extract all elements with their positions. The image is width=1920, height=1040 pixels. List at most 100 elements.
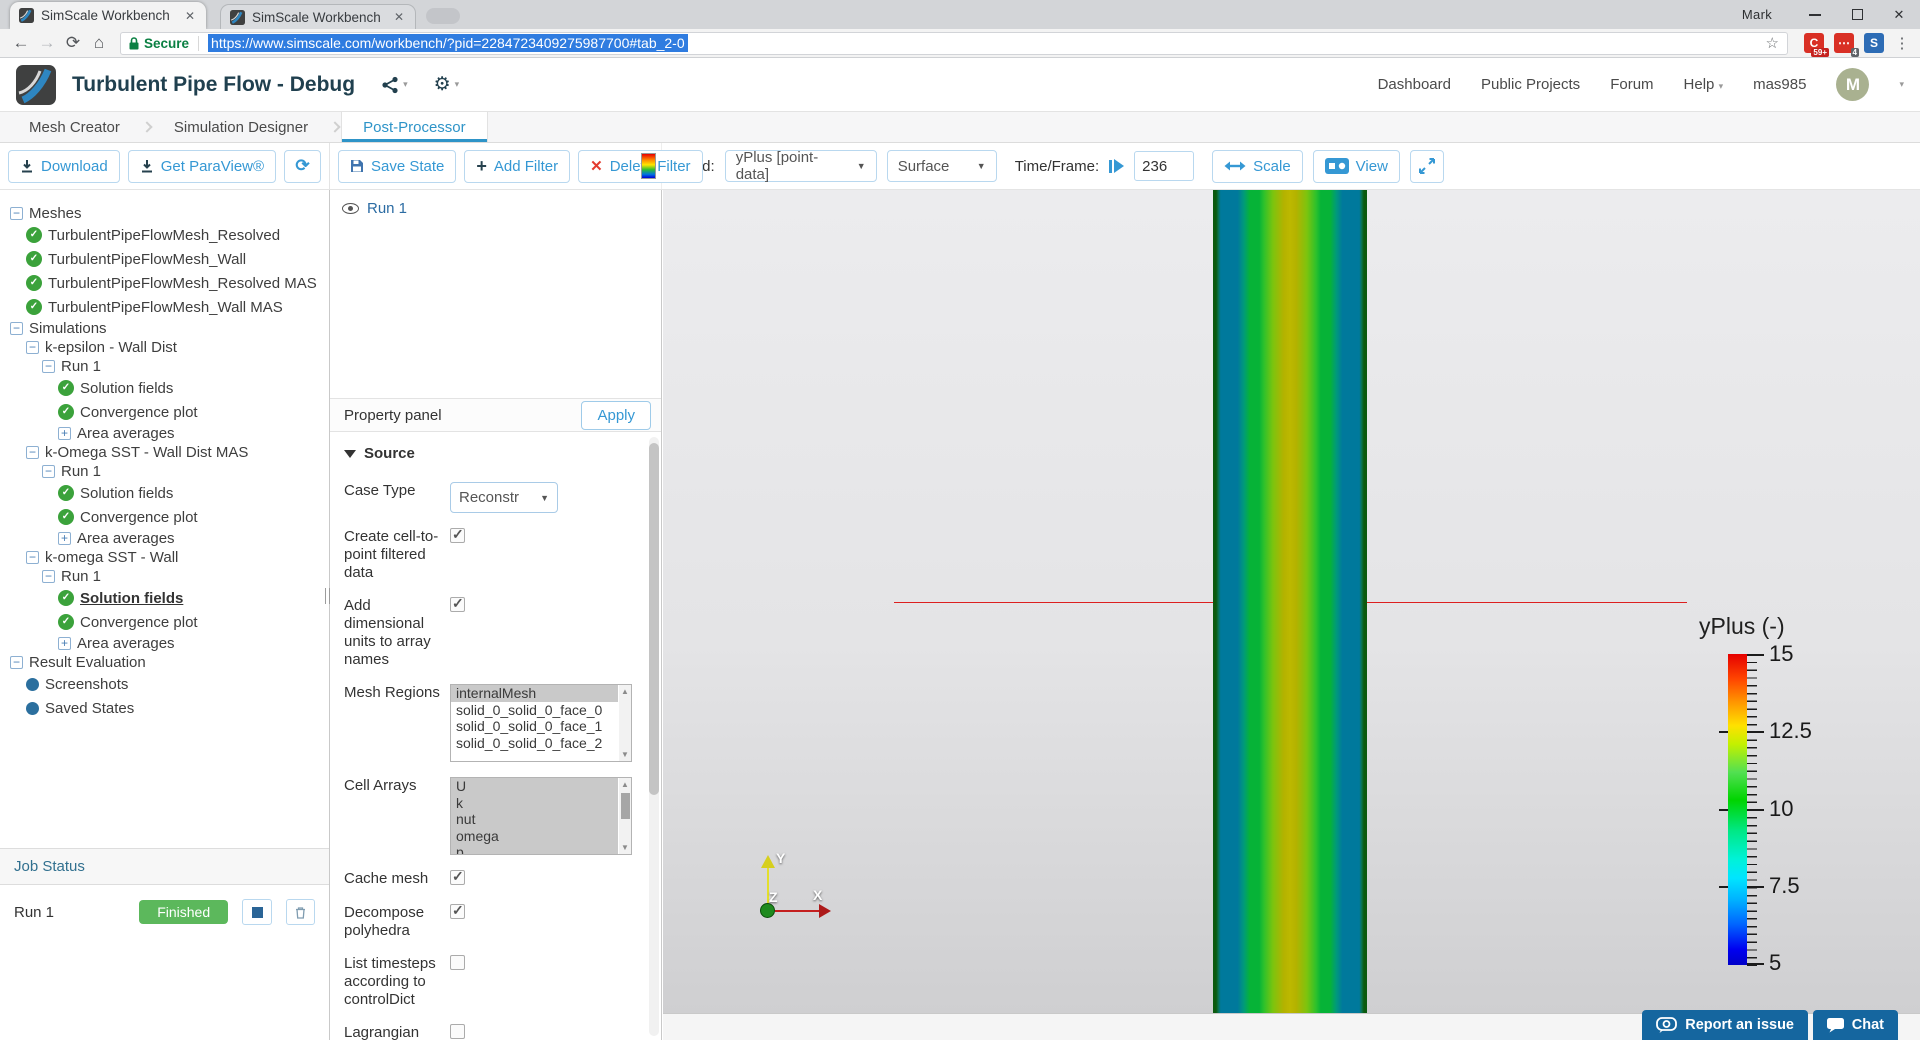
- list-timesteps-checkbox[interactable]: [450, 955, 465, 970]
- tree-item[interactable]: − Result Evaluation: [0, 653, 329, 672]
- visibility-eye-icon[interactable]: [342, 203, 359, 214]
- pipeline-item[interactable]: Run 1: [330, 190, 661, 227]
- source-section-header[interactable]: Source: [344, 445, 637, 462]
- collapse-icon[interactable]: −: [26, 341, 39, 354]
- tree-item[interactable]: ✓ TurbulentPipeFlowMesh_Resolved: [0, 223, 329, 247]
- avatar[interactable]: M: [1836, 68, 1870, 101]
- collapse-icon[interactable]: −: [42, 570, 55, 583]
- tree-item[interactable]: ✓ Convergence plot: [0, 610, 329, 634]
- browser-tab-1[interactable]: SimScale Workbench ✕: [10, 2, 206, 29]
- tab-close-icon[interactable]: ✕: [392, 10, 406, 24]
- list-option[interactable]: solid_0_solid_0_face_2: [451, 735, 618, 752]
- report-issue-button[interactable]: Report an issue: [1642, 1010, 1808, 1040]
- list-option[interactable]: k: [451, 794, 618, 811]
- tree-item[interactable]: ✓ TurbulentPipeFlowMesh_Wall MAS: [0, 295, 329, 319]
- chrome-menu-icon[interactable]: ⋮: [1892, 34, 1912, 52]
- tree-item[interactable]: Saved States: [0, 696, 329, 720]
- tree-item[interactable]: − Meshes: [0, 204, 329, 223]
- chrome-profile-name[interactable]: Mark: [1742, 7, 1772, 22]
- refresh-button[interactable]: ⟳: [284, 149, 321, 183]
- fit-view-button[interactable]: [1409, 149, 1444, 183]
- play-frame-icon[interactable]: [1109, 159, 1125, 173]
- collapse-icon[interactable]: −: [10, 207, 23, 220]
- scroll-down-icon[interactable]: ▼: [621, 843, 629, 852]
- representation-select[interactable]: Surface ▼: [886, 150, 997, 182]
- list-option[interactable]: U: [451, 778, 618, 795]
- tree-item[interactable]: + Area averages: [0, 529, 329, 548]
- tab-simulation-designer[interactable]: Simulation Designer: [153, 112, 329, 142]
- extension-icon-2[interactable]: ⋯ 4: [1834, 33, 1859, 57]
- tab-post-processor[interactable]: Post-Processor: [341, 112, 488, 142]
- tab-mesh-creator[interactable]: Mesh Creator: [8, 112, 141, 142]
- tab-close-icon[interactable]: ✕: [183, 9, 197, 23]
- nav-dashboard[interactable]: Dashboard: [1378, 76, 1451, 93]
- list-option[interactable]: solid_0_solid_0_face_1: [451, 718, 618, 735]
- apply-button[interactable]: Apply: [581, 400, 651, 430]
- expand-icon[interactable]: +: [58, 532, 71, 545]
- share-button[interactable]: ▾: [381, 76, 408, 94]
- download-button[interactable]: Download: [8, 149, 120, 183]
- decompose-checkbox[interactable]: [450, 902, 465, 919]
- mesh-regions-listbox[interactable]: internalMesh solid_0_solid_0_face_0 solid_…: [450, 684, 632, 762]
- tree-item[interactable]: − Run 1: [0, 357, 329, 376]
- tree-item[interactable]: − Run 1: [0, 567, 329, 586]
- scrollbar-thumb[interactable]: [620, 793, 630, 819]
- scrollbar-thumb[interactable]: [649, 443, 659, 795]
- tree-item[interactable]: ✓ Solution fields: [0, 481, 329, 505]
- list-option[interactable]: nut: [451, 811, 618, 828]
- tree-item[interactable]: ✓ Convergence plot: [0, 505, 329, 529]
- chevron-down-icon[interactable]: ▾: [1899, 79, 1904, 90]
- create-cell-checkbox[interactable]: [450, 526, 465, 543]
- window-maximize-button[interactable]: [1836, 0, 1878, 29]
- expand-icon[interactable]: +: [58, 427, 71, 440]
- list-option[interactable]: omega: [451, 827, 618, 844]
- stop-job-button[interactable]: [242, 899, 272, 925]
- tree-item[interactable]: ✓ Solution fields: [0, 586, 329, 610]
- tree-item[interactable]: − Run 1: [0, 462, 329, 481]
- collapse-icon[interactable]: −: [42, 360, 55, 373]
- cell-arrays-listbox[interactable]: Uk nut omega p ▲ ▼: [450, 777, 632, 855]
- delete-job-button[interactable]: [285, 899, 315, 925]
- settings-button[interactable]: ⚙ ▾: [434, 73, 460, 96]
- tree-item[interactable]: ✓ Solution fields: [0, 376, 329, 400]
- nav-forum[interactable]: Forum: [1610, 76, 1653, 93]
- collapse-icon[interactable]: −: [10, 322, 23, 335]
- save-state-button[interactable]: Save State: [338, 149, 457, 183]
- tree-item[interactable]: − k-omega SST - Wall: [0, 548, 329, 567]
- new-tab-button[interactable]: [426, 8, 460, 24]
- back-icon[interactable]: ←: [8, 33, 34, 53]
- tree-item[interactable]: − k-epsilon - Wall Dist: [0, 338, 329, 357]
- listbox-scrollbar[interactable]: ▲ ▼: [619, 685, 631, 761]
- colormap-icon[interactable]: [641, 153, 656, 179]
- extension-icon-3[interactable]: S: [1864, 33, 1884, 53]
- list-option[interactable]: internalMesh: [451, 685, 618, 702]
- chat-button[interactable]: Chat: [1812, 1010, 1898, 1040]
- get-paraview-button[interactable]: Get ParaView®: [127, 149, 277, 183]
- extension-icon-1[interactable]: C 59+: [1804, 33, 1829, 57]
- list-option[interactable]: p: [451, 844, 618, 854]
- collapse-icon[interactable]: −: [26, 446, 39, 459]
- case-type-select[interactable]: Reconstr ▼: [450, 482, 558, 513]
- tree-item[interactable]: − k-Omega SST - Wall Dist MAS: [0, 443, 329, 462]
- list-option[interactable]: solid_0_solid_0_face_0: [451, 702, 618, 719]
- lagrangian-checkbox[interactable]: [450, 1024, 465, 1039]
- tree-item[interactable]: + Area averages: [0, 634, 329, 653]
- time-frame-input[interactable]: [1134, 151, 1195, 181]
- tree-item[interactable]: ✓ Convergence plot: [0, 400, 329, 424]
- expand-icon[interactable]: +: [58, 637, 71, 650]
- tree-item[interactable]: Screenshots: [0, 672, 329, 696]
- window-close-button[interactable]: ✕: [1878, 0, 1920, 29]
- scale-button[interactable]: Scale: [1212, 149, 1303, 183]
- scroll-up-icon[interactable]: ▲: [621, 687, 629, 696]
- nav-help[interactable]: Help ▾: [1684, 76, 1724, 93]
- collapse-icon[interactable]: −: [42, 465, 55, 478]
- address-bar[interactable]: Secure https://www.simscale.com/workbenc…: [120, 31, 1788, 55]
- home-icon[interactable]: ⌂: [86, 33, 112, 53]
- collapse-icon[interactable]: −: [26, 551, 39, 564]
- window-minimize-button[interactable]: [1794, 0, 1836, 29]
- tree-item[interactable]: ✓ TurbulentPipeFlowMesh_Resolved MAS: [0, 271, 329, 295]
- add-filter-button[interactable]: + Add Filter: [464, 149, 571, 183]
- browser-tab-2[interactable]: SimScale Workbench ✕: [220, 4, 416, 29]
- reload-icon[interactable]: ⟳: [60, 33, 86, 53]
- tree-item[interactable]: − Simulations: [0, 319, 329, 338]
